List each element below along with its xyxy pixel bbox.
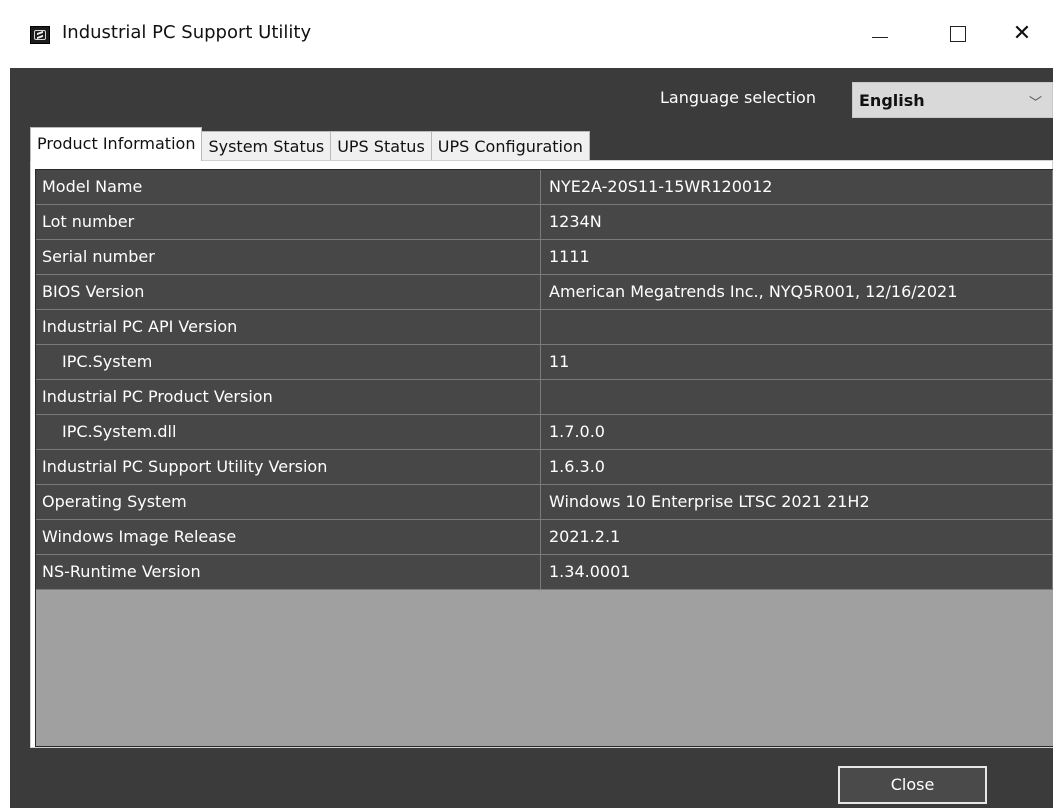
property-name-cell: IPC.System <box>36 345 541 380</box>
table-row[interactable]: Industrial PC Support Utility Version 1.6… <box>36 450 1053 485</box>
minimize-button[interactable] <box>858 14 902 54</box>
tab-system-status[interactable]: System Status <box>201 131 332 161</box>
table-row[interactable]: IPC.System.dll 1.7.0.0 <box>36 415 1053 450</box>
property-name-cell: Lot number <box>36 205 541 240</box>
app-window: Industrial PC Support Utility ✕ Language… <box>0 0 1053 808</box>
table-row[interactable]: Operating System Windows 10 Enterprise LT… <box>36 485 1053 520</box>
app-icon <box>30 26 50 44</box>
table-row[interactable]: Industrial PC Product Version <box>36 380 1053 415</box>
property-value-cell: 1111 <box>541 240 1053 275</box>
property-name-cell: BIOS Version <box>36 275 541 310</box>
table-row[interactable]: NS-Runtime Version 1.34.0001 <box>36 555 1053 590</box>
table-row[interactable]: Serial number 1111 <box>36 240 1053 275</box>
property-name-cell: NS-Runtime Version <box>36 555 541 590</box>
close-button[interactable]: Close <box>838 766 987 804</box>
table-row[interactable]: Lot number 1234N <box>36 205 1053 240</box>
maximize-button[interactable] <box>936 14 980 54</box>
window-title: Industrial PC Support Utility <box>62 22 312 43</box>
language-dropdown[interactable]: English ﹀ <box>852 82 1053 118</box>
close-window-button[interactable]: ✕ <box>1000 14 1044 54</box>
property-value-cell: 1.34.0001 <box>541 555 1053 590</box>
property-name-cell: Operating System <box>36 485 541 520</box>
maximize-icon <box>950 26 966 42</box>
language-selection-label: Language selection <box>660 88 816 107</box>
property-value-cell: 2021.2.1 <box>541 520 1053 555</box>
tab-panel-product-information: Model Name NYE2A-20S11-15WR120012 Lot numb… <box>30 160 1053 748</box>
property-name-cell: Serial number <box>36 240 541 275</box>
property-value-cell: Windows 10 Enterprise LTSC 2021 21H2 <box>541 485 1053 520</box>
property-value-cell: 1.6.3.0 <box>541 450 1053 485</box>
title-bar[interactable]: Industrial PC Support Utility ✕ <box>0 0 1053 68</box>
minimize-icon <box>872 36 888 38</box>
language-selected-value: English <box>859 91 925 110</box>
property-value-cell: American Megatrends Inc., NYQ5R001, 12/1… <box>541 275 1053 310</box>
table-row[interactable]: BIOS Version American Megatrends Inc., NY… <box>36 275 1053 310</box>
tab-ups-configuration[interactable]: UPS Configuration <box>430 131 590 161</box>
property-value-cell: 11 <box>541 345 1053 380</box>
property-value-cell <box>541 310 1053 345</box>
property-name-cell: Windows Image Release <box>36 520 541 555</box>
property-value-cell: 1.7.0.0 <box>541 415 1053 450</box>
property-value-cell: NYE2A-20S11-15WR120012 <box>541 170 1053 205</box>
table-row[interactable]: Windows Image Release 2021.2.1 <box>36 520 1053 555</box>
property-value-cell: 1234N <box>541 205 1053 240</box>
chevron-down-icon: ﹀ <box>1028 96 1042 111</box>
table-row[interactable]: Model Name NYE2A-20S11-15WR120012 <box>36 170 1053 205</box>
table-row[interactable]: IPC.System 11 <box>36 345 1053 380</box>
property-name-cell: Model Name <box>36 170 541 205</box>
property-value-cell <box>541 380 1053 415</box>
property-name-cell: IPC.System.dll <box>36 415 541 450</box>
property-name-cell: Industrial PC Support Utility Version <box>36 450 541 485</box>
tab-product-information[interactable]: Product Information <box>30 127 203 161</box>
table-row[interactable]: Industrial PC API Version <box>36 310 1053 345</box>
property-name-cell: Industrial PC Product Version <box>36 380 541 415</box>
product-info-grid[interactable]: Model Name NYE2A-20S11-15WR120012 Lot numb… <box>35 169 1053 747</box>
property-name-cell: Industrial PC API Version <box>36 310 541 345</box>
tab-ups-status[interactable]: UPS Status <box>330 131 432 161</box>
close-icon: ✕ <box>1012 21 1032 46</box>
tab-bar: Product Information System Status UPS St… <box>30 127 590 161</box>
